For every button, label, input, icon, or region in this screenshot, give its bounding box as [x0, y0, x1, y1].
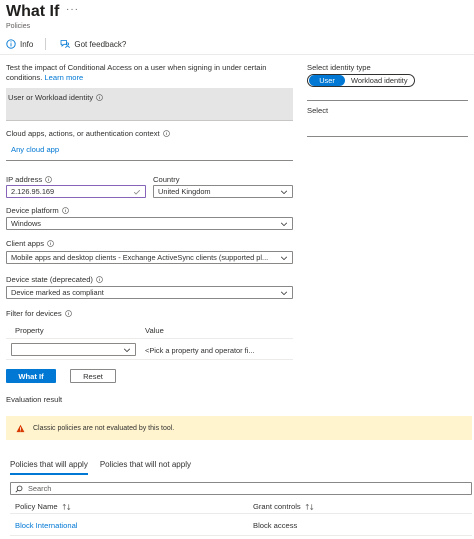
warning-icon: [16, 424, 25, 432]
feedback-button-label: Got feedback?: [74, 39, 127, 49]
select-identity-field[interactable]: [307, 136, 468, 137]
device-platform-value: Windows: [11, 219, 41, 228]
info-icon: [64, 310, 72, 317]
policy-name-header: Policy Name: [15, 502, 58, 511]
client-apps-value: Mobile apps and desktop clients - Exchan…: [11, 253, 269, 262]
search-placeholder: Search: [28, 484, 52, 493]
cloud-apps-label-row: Cloud apps, actions, or authentication c…: [6, 129, 170, 138]
page-title: What If: [6, 3, 60, 20]
country-label: Country: [153, 175, 180, 184]
what-if-button[interactable]: What If: [6, 369, 56, 383]
warning-text: Classic policies are not evaluated by th…: [33, 424, 175, 432]
table-header-divider: [10, 513, 472, 514]
command-bar: Info Got feedback?: [6, 38, 126, 50]
identity-type-workload-option[interactable]: Workload identity: [345, 76, 408, 85]
device-state-value: Device marked as compliant: [11, 288, 104, 297]
filter-value-field[interactable]: <Pick a property and operator fi...: [145, 346, 254, 355]
country-dropdown[interactable]: United Kingdom: [153, 185, 293, 198]
table-row[interactable]: Block International Block access: [10, 516, 472, 534]
info-icon: [96, 276, 103, 283]
toolbar-divider: [45, 38, 47, 50]
device-state-label: Device state (deprecated): [6, 275, 93, 284]
policy-name-link[interactable]: Block International: [15, 521, 77, 530]
device-platform-label: Device platform: [6, 206, 59, 215]
chevron-down-icon: [280, 222, 288, 226]
tab-policies-will-apply[interactable]: Policies that will apply: [10, 460, 88, 475]
identity-label-row: User or Workload identity: [8, 93, 291, 102]
client-apps-label-row: Client apps: [6, 239, 54, 248]
grant-controls-header: Grant controls: [253, 502, 301, 511]
results-tabs: Policies that will apply Policies that w…: [10, 460, 191, 475]
filter-property-header: Property: [15, 326, 44, 335]
filter-value-header: Value: [145, 326, 164, 335]
chevron-down-icon: [280, 256, 288, 260]
tab-policies-will-not-apply[interactable]: Policies that will not apply: [100, 460, 191, 475]
learn-more-link[interactable]: Learn more: [44, 73, 83, 82]
more-options-button[interactable]: ···: [66, 4, 79, 15]
select-label: Select: [307, 106, 329, 115]
evaluation-result-label: Evaluation result: [6, 395, 63, 404]
table-row-divider: [10, 535, 472, 536]
ip-address-input[interactable]: 2.126.95.169: [6, 185, 146, 198]
user-or-workload-identity-section[interactable]: User or Workload identity: [6, 88, 293, 121]
identity-type-divider: [307, 100, 468, 101]
info-icon: [61, 207, 69, 214]
device-state-label-row: Device state (deprecated): [6, 275, 103, 284]
device-state-dropdown[interactable]: Device marked as compliant: [6, 286, 293, 299]
chevron-down-icon: [280, 291, 288, 295]
sort-icon: [305, 503, 314, 510]
column-header-policy-name[interactable]: Policy Name: [15, 502, 71, 511]
filter-row-divider: [6, 359, 293, 360]
country-value: United Kingdom: [158, 187, 211, 196]
cloud-apps-divider: [6, 160, 293, 161]
search-input[interactable]: Search: [10, 482, 472, 495]
ip-address-value: 2.126.95.169: [11, 187, 55, 196]
filter-property-dropdown[interactable]: [11, 343, 136, 356]
header-divider: [0, 54, 474, 55]
ip-label-row: IP address: [6, 175, 52, 184]
filter-label-row: Filter for devices: [6, 309, 72, 318]
device-platform-dropdown[interactable]: Windows: [6, 217, 293, 230]
client-apps-dropdown[interactable]: Mobile apps and desktop clients - Exchan…: [6, 251, 293, 264]
filter-header-divider: [6, 338, 293, 339]
ip-address-label: IP address: [6, 175, 43, 184]
identity-type-label: Select identity type: [307, 63, 371, 72]
identity-type-toggle[interactable]: User Workload identity: [307, 74, 415, 87]
sort-icon: [62, 503, 70, 510]
chevron-down-icon: [280, 190, 288, 194]
identity-label: User or Workload identity: [8, 93, 94, 102]
warning-banner: Classic policies are not evaluated by th…: [6, 416, 472, 440]
device-platform-label-row: Device platform: [6, 206, 69, 215]
cloud-apps-label: Cloud apps, actions, or authentication c…: [6, 129, 160, 138]
description: Test the impact of Conditional Access on…: [6, 63, 286, 83]
filter-for-devices-label: Filter for devices: [6, 309, 62, 318]
cloud-apps-link[interactable]: Any cloud app: [11, 145, 59, 154]
chevron-down-icon: [123, 348, 131, 352]
search-icon: [15, 485, 23, 492]
identity-type-user-option[interactable]: User: [309, 75, 345, 86]
info-icon: [6, 39, 16, 49]
info-button[interactable]: Info: [6, 39, 33, 49]
info-icon: [45, 176, 52, 183]
info-icon: [47, 240, 54, 247]
feedback-button[interactable]: Got feedback?: [60, 39, 126, 49]
reset-button[interactable]: Reset: [70, 369, 116, 383]
client-apps-label: Client apps: [6, 239, 44, 248]
column-header-grant-controls[interactable]: Grant controls: [253, 502, 314, 511]
checkmark-icon: [133, 189, 141, 195]
info-icon: [96, 94, 103, 101]
info-button-label: Info: [20, 39, 34, 49]
grant-controls-value: Block access: [253, 521, 298, 530]
page-subtitle: Policies: [6, 23, 31, 30]
info-icon: [162, 130, 170, 137]
feedback-icon: [60, 40, 71, 49]
